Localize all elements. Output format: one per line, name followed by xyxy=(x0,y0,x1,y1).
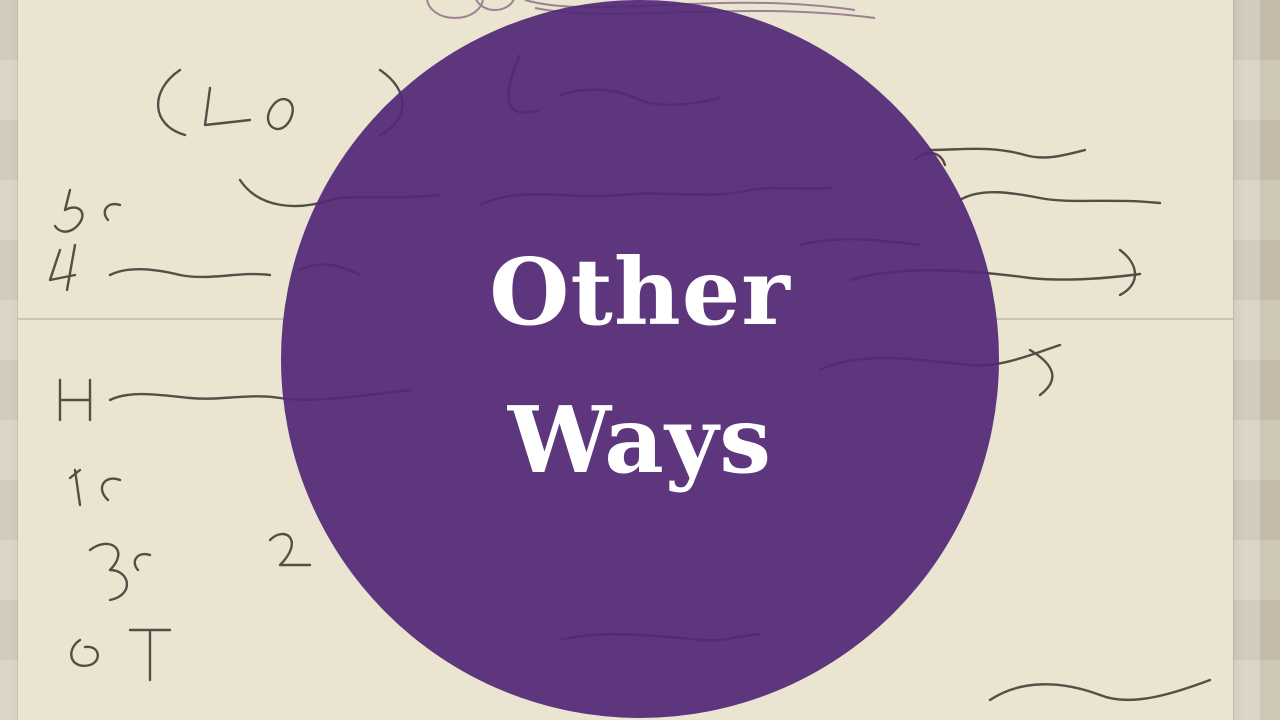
title-line-2: Ways xyxy=(507,386,773,494)
slide-title: Other Ways xyxy=(281,218,999,514)
slide: Other Ways xyxy=(0,0,1280,720)
title-line-1: Other xyxy=(489,238,791,346)
